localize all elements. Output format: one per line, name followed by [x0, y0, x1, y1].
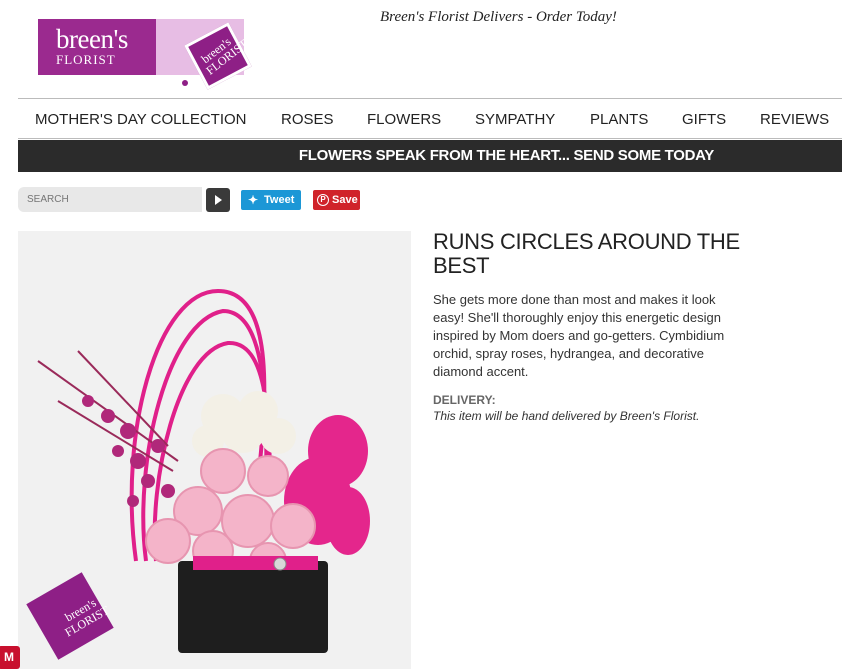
product-description: She gets more done than most and makes i…	[433, 292, 725, 379]
logo-name: breen's	[56, 24, 128, 54]
search-submit-button[interactable]	[206, 188, 230, 212]
product-image[interactable]: breen's FLORIST	[18, 231, 411, 669]
nav-item-flowers[interactable]: FLOWERS	[367, 111, 441, 128]
site-logo[interactable]: breen's FLORIST breen's FLORIST	[38, 19, 252, 90]
security-badge[interactable]: M	[0, 646, 20, 669]
logo-badge-text: breen's FLORIST	[198, 34, 251, 78]
pinterest-save-button[interactable]: P Save	[313, 190, 360, 210]
pinterest-icon: P	[317, 194, 329, 206]
nav-item-mothers-day[interactable]: MOTHER'S DAY COLLECTION	[35, 111, 247, 128]
tweet-label: Tweet	[264, 194, 295, 206]
promo-banner: FLOWERS SPEAK FROM THE HEART... SEND SOM…	[18, 140, 842, 172]
nav-item-reviews[interactable]: REVIEWS	[760, 111, 829, 128]
logo-dot	[182, 80, 188, 86]
delivery-text: This item will be hand delivered by Bree…	[433, 409, 700, 423]
nav-item-plants[interactable]: PLANTS	[590, 111, 648, 128]
nav-item-roses[interactable]: ROSES	[281, 111, 334, 128]
search-input[interactable]	[18, 187, 202, 212]
delivery-label: DELIVERY:	[433, 393, 496, 407]
save-label: Save	[332, 194, 358, 206]
tweet-button[interactable]: ✦ Tweet	[241, 190, 301, 210]
twitter-bird-icon: ✦	[248, 193, 259, 207]
product-title: RUNS CIRCLES AROUND THE BEST	[433, 229, 740, 278]
main-nav: MOTHER'S DAY COLLECTION ROSES FLOWERS SY…	[18, 98, 842, 139]
banner-text: FLOWERS SPEAK FROM THE HEART... SEND SOM…	[298, 147, 714, 164]
nav-item-sympathy[interactable]: SYMPATHY	[475, 111, 555, 128]
nav-item-gifts[interactable]: GIFTS	[682, 111, 726, 128]
header-tagline: Breen's Florist Delivers - Order Today!	[380, 9, 617, 25]
logo-sub: FLORIST	[56, 52, 116, 67]
